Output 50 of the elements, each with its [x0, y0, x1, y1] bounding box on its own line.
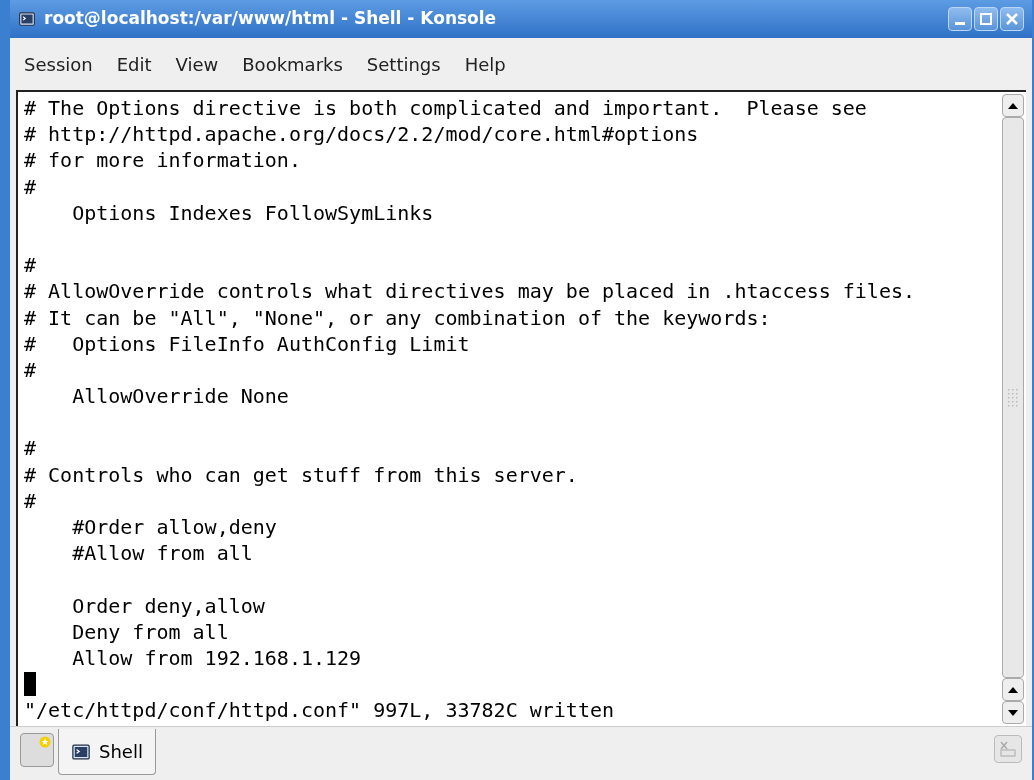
- terminal-close-icon: [998, 740, 1018, 758]
- scrollbar-thumb[interactable]: [1002, 117, 1024, 678]
- maximize-icon: [980, 13, 992, 25]
- text-cursor: [24, 672, 36, 697]
- menu-item[interactable]: Bookmarks: [242, 50, 343, 78]
- terminal-line: #: [24, 252, 38, 279]
- terminal-line: Order deny,allow: [71, 592, 266, 619]
- terminal-line: # The Options directive is both complicated and important. Please see: [24, 95, 868, 122]
- terminal-line: Allow from 192.168.1.129: [71, 644, 363, 672]
- menu-item[interactable]: View: [175, 50, 219, 78]
- scroll-up-button[interactable]: [1002, 678, 1024, 701]
- terminal-line: #: [24, 356, 38, 384]
- up-arrow-icon: [1008, 686, 1018, 693]
- terminal-line: Options Indexes FollowSymLinks: [71, 199, 435, 226]
- down-arrow-icon: [1008, 709, 1018, 716]
- terminal-line: Deny from all: [71, 618, 230, 645]
- menu-item[interactable]: Edit: [116, 50, 152, 78]
- terminal-line: #: [24, 173, 38, 200]
- terminal-line: #: [24, 435, 38, 462]
- scroll-down-button[interactable]: [1002, 701, 1024, 724]
- terminal-line: AllowOverride None: [71, 383, 290, 410]
- close-session-button[interactable]: [994, 735, 1022, 763]
- scrollbar[interactable]: [1002, 92, 1026, 726]
- new-session-button[interactable]: [20, 733, 54, 767]
- terminal-line: # AllowOverride controls what directives may be placed in .htaccess files.: [24, 278, 917, 305]
- minimize-button[interactable]: [948, 7, 972, 31]
- star-icon: [39, 736, 51, 748]
- terminal-line: # for more information.: [24, 147, 302, 174]
- close-button[interactable]: [1000, 7, 1024, 31]
- terminal-line: # Controls who can get stuff from this server.: [24, 461, 579, 488]
- terminal-line: #: [24, 487, 38, 514]
- scroll-up-button[interactable]: [1002, 94, 1024, 117]
- close-icon: [1006, 13, 1018, 25]
- minimize-icon: [955, 21, 965, 25]
- window-title: root@localhost:/var/www/html - Shell - Konsole: [44, 7, 498, 31]
- menu-item[interactable]: Settings: [366, 50, 441, 78]
- terminal-icon: [71, 741, 91, 762]
- terminal-line: # Options FileInfo AuthConfig Limit: [24, 330, 471, 357]
- up-arrow-icon: [1008, 102, 1018, 109]
- tab[interactable]: Shell: [58, 729, 156, 775]
- maximize-button[interactable]: [974, 7, 998, 31]
- terminal-line: # It can be "All", "None", or any combination of the keywords:: [24, 304, 772, 331]
- menu-item[interactable]: Session: [24, 50, 93, 78]
- grip-icon: [1007, 387, 1019, 408]
- terminal-line: # http://httpd.apache.org/docs/2.2/mod/core.html#options: [24, 121, 700, 148]
- terminal-line: #Allow from all: [71, 540, 254, 567]
- terminal-line: #Order allow,deny: [71, 514, 278, 541]
- terminal-icon: [18, 10, 36, 28]
- menu-item[interactable]: Help: [464, 50, 506, 78]
- terminal-line: "/etc/httpd/conf/httpd.conf" 997L, 33782C written: [24, 697, 615, 724]
